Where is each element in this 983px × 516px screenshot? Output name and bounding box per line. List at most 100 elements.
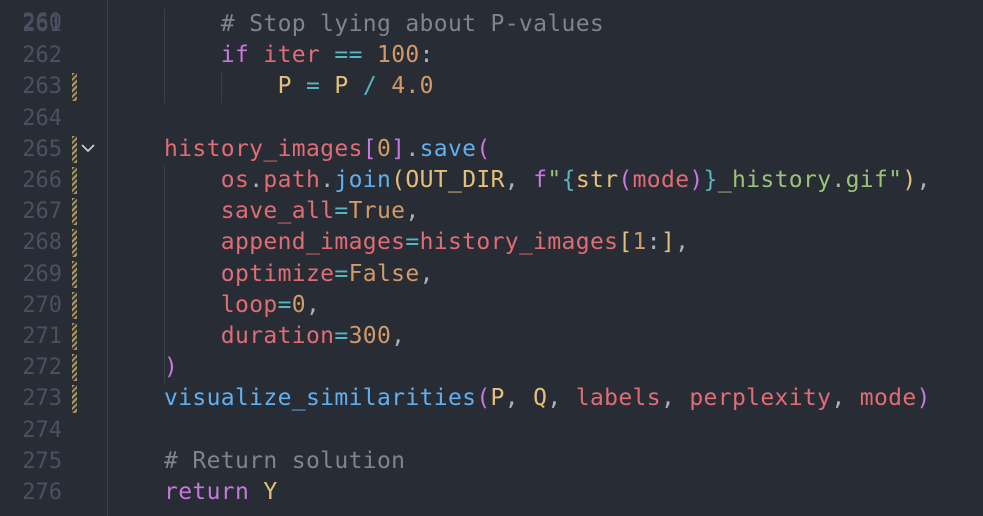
code-line[interactable]: 273 visualize_similarities(P, Q, labels, … (0, 383, 983, 414)
line-number: 270 (22, 292, 62, 318)
code-line[interactable]: 264 (0, 103, 983, 134)
code-token: iter (263, 42, 321, 69)
line-number: 273 (22, 386, 62, 412)
code-token: save_all (220, 198, 335, 225)
code-line[interactable]: 275 # Return solution (0, 446, 983, 477)
modified-line-marker[interactable] (72, 73, 77, 101)
code-token: False (348, 260, 420, 287)
code-token: mode (859, 385, 917, 412)
code-token: P (277, 73, 292, 100)
code-token: save (419, 135, 477, 162)
code-token: if (220, 42, 250, 69)
code-token: = (277, 291, 292, 318)
code-token: [ (618, 229, 633, 256)
code-token: Q (533, 385, 548, 412)
code-text: return Y (164, 477, 278, 508)
code-token: : (419, 42, 434, 69)
code-token: [ (362, 135, 377, 162)
code-text: optimize=False, (221, 259, 434, 290)
code-line[interactable]: 268 append_images=history_images[1:], (0, 227, 983, 258)
code-line[interactable]: 272) (0, 352, 983, 383)
code-line[interactable]: 270 loop=0, (0, 290, 983, 321)
code-token: = (334, 198, 349, 225)
code-token: ] (660, 229, 676, 256)
code-token: { (561, 167, 576, 193)
code-text: if iter == 100: (221, 40, 434, 71)
code-token: ) (164, 354, 179, 381)
code-token: visualize_similarities (164, 385, 477, 412)
line-number: 276 (22, 480, 62, 505)
code-line[interactable]: 265 history_images[0].save( (0, 134, 983, 165)
code-line[interactable]: 262 if iter == 100: (0, 40, 983, 71)
code-token: Y (263, 479, 278, 505)
code-line[interactable]: 269 optimize=False, (0, 259, 983, 290)
code-token: duration (220, 323, 335, 349)
modified-line-marker[interactable] (72, 323, 77, 351)
line-number: 268 (22, 230, 62, 256)
code-token: labels (575, 385, 661, 412)
code-line[interactable]: 274 (0, 415, 983, 446)
code-line[interactable]: 261 # Stop lying about P-values (0, 9, 983, 40)
code-token: True (348, 198, 406, 225)
modified-line-marker[interactable] (72, 260, 77, 288)
code-token: OUT_DIR (405, 167, 505, 193)
modified-line-marker[interactable] (72, 135, 77, 163)
code-token: , (504, 385, 534, 412)
code-token: 300 (348, 323, 392, 349)
code-token: : (646, 229, 661, 256)
code-token: , (306, 291, 321, 318)
code-token: # Return solution (164, 447, 406, 474)
code-line[interactable]: 266 os.path.join(OUT_DIR, f"{str(mode)}_h… (0, 165, 983, 196)
code-line[interactable]: 276 return Y (0, 477, 983, 508)
code-token: , (419, 260, 434, 287)
code-token: 0 (291, 291, 306, 318)
code-text: # Return solution (164, 446, 405, 477)
code-text: duration=300, (221, 321, 406, 352)
code-text: visualize_similarities(P, Q, labels, per… (164, 383, 931, 414)
modified-line-marker[interactable] (72, 229, 77, 257)
code-token: / (362, 73, 378, 100)
code-editor[interactable]: 260 261 # Stop lying about P-values 262 if … (0, 0, 983, 516)
code-token: = (334, 260, 349, 287)
code-token: , (916, 167, 931, 193)
line-number: 275 (22, 448, 62, 474)
code-token: os (220, 167, 250, 193)
modified-line-marker[interactable] (72, 354, 77, 382)
line-number: 264 (22, 105, 62, 131)
code-token: ( (476, 385, 491, 412)
code-token: loop (220, 291, 278, 318)
code-token: P (490, 385, 505, 412)
code-text: history_images[0].save( (164, 134, 491, 165)
code-text: append_images=history_images[1:], (221, 227, 690, 258)
code-token: ( (618, 167, 633, 193)
code-token: 0 (376, 135, 392, 162)
code-line[interactable]: 263 P = P / 4.0 (0, 71, 983, 102)
modified-line-marker[interactable] (72, 198, 77, 226)
line-number: 266 (22, 168, 62, 193)
code-token: ( (391, 167, 406, 193)
modified-line-marker[interactable] (72, 291, 77, 319)
code-token: str (575, 167, 619, 193)
code-line[interactable]: 267 save_all=True, (0, 196, 983, 227)
modified-line-marker[interactable] (72, 385, 77, 413)
code-line[interactable]: 271 duration=300, (0, 321, 983, 352)
code-token: . (249, 167, 264, 193)
code-token: ( (476, 135, 491, 162)
code-token: ) (916, 385, 931, 412)
line-number: 269 (22, 261, 62, 287)
code-token: . (320, 167, 335, 193)
modified-line-marker[interactable] (72, 167, 77, 195)
line-number: 272 (22, 355, 62, 381)
code-token: 100 (377, 42, 420, 69)
line-number: 274 (22, 417, 62, 443)
code-text: ) (164, 352, 178, 383)
chevron-down-icon[interactable] (80, 138, 96, 158)
code-text: loop=0, (221, 290, 320, 321)
code-token: , (660, 385, 690, 412)
